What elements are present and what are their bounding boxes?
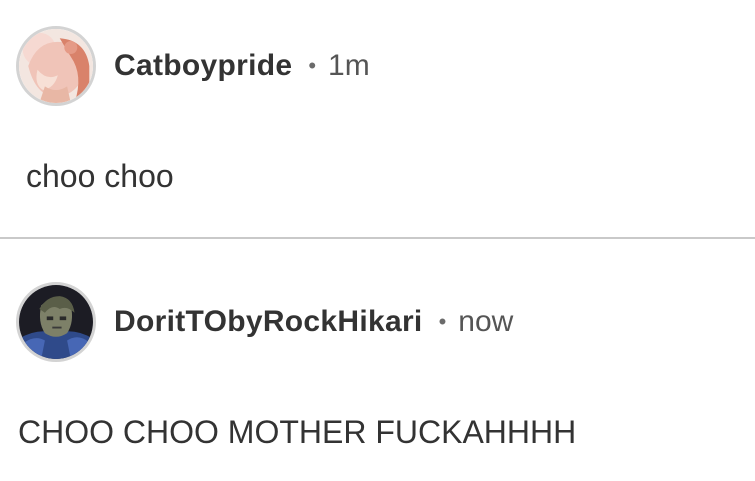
separator-dot: • (308, 53, 317, 78)
divider (0, 237, 755, 239)
comment-header: DoritTObyRockHikari • now (16, 282, 513, 362)
comment-text: CHOO CHOO MOTHER FUCKAHHHH (18, 414, 577, 450)
comment-header: Catboypride • 1m (16, 26, 370, 106)
timestamp[interactable]: 1m (328, 49, 370, 83)
user-avatar[interactable] (16, 282, 96, 362)
anime-avatar-pink-icon (19, 29, 93, 103)
username-link[interactable]: Catboypride (114, 49, 292, 83)
comment-meta: DoritTObyRockHikari • now (114, 305, 513, 339)
anime-avatar-dark-icon (19, 285, 93, 359)
comment-item: DoritTObyRockHikari • now CHOO CHOO MOTH… (0, 240, 755, 481)
comment-item: Catboypride • 1m choo choo (0, 0, 755, 238)
comment-meta: Catboypride • 1m (114, 49, 370, 83)
user-avatar[interactable] (16, 26, 96, 106)
timestamp[interactable]: now (458, 305, 513, 339)
separator-dot: • (438, 309, 447, 334)
username-link[interactable]: DoritTObyRockHikari (114, 305, 423, 339)
comment-text: choo choo (26, 158, 174, 194)
